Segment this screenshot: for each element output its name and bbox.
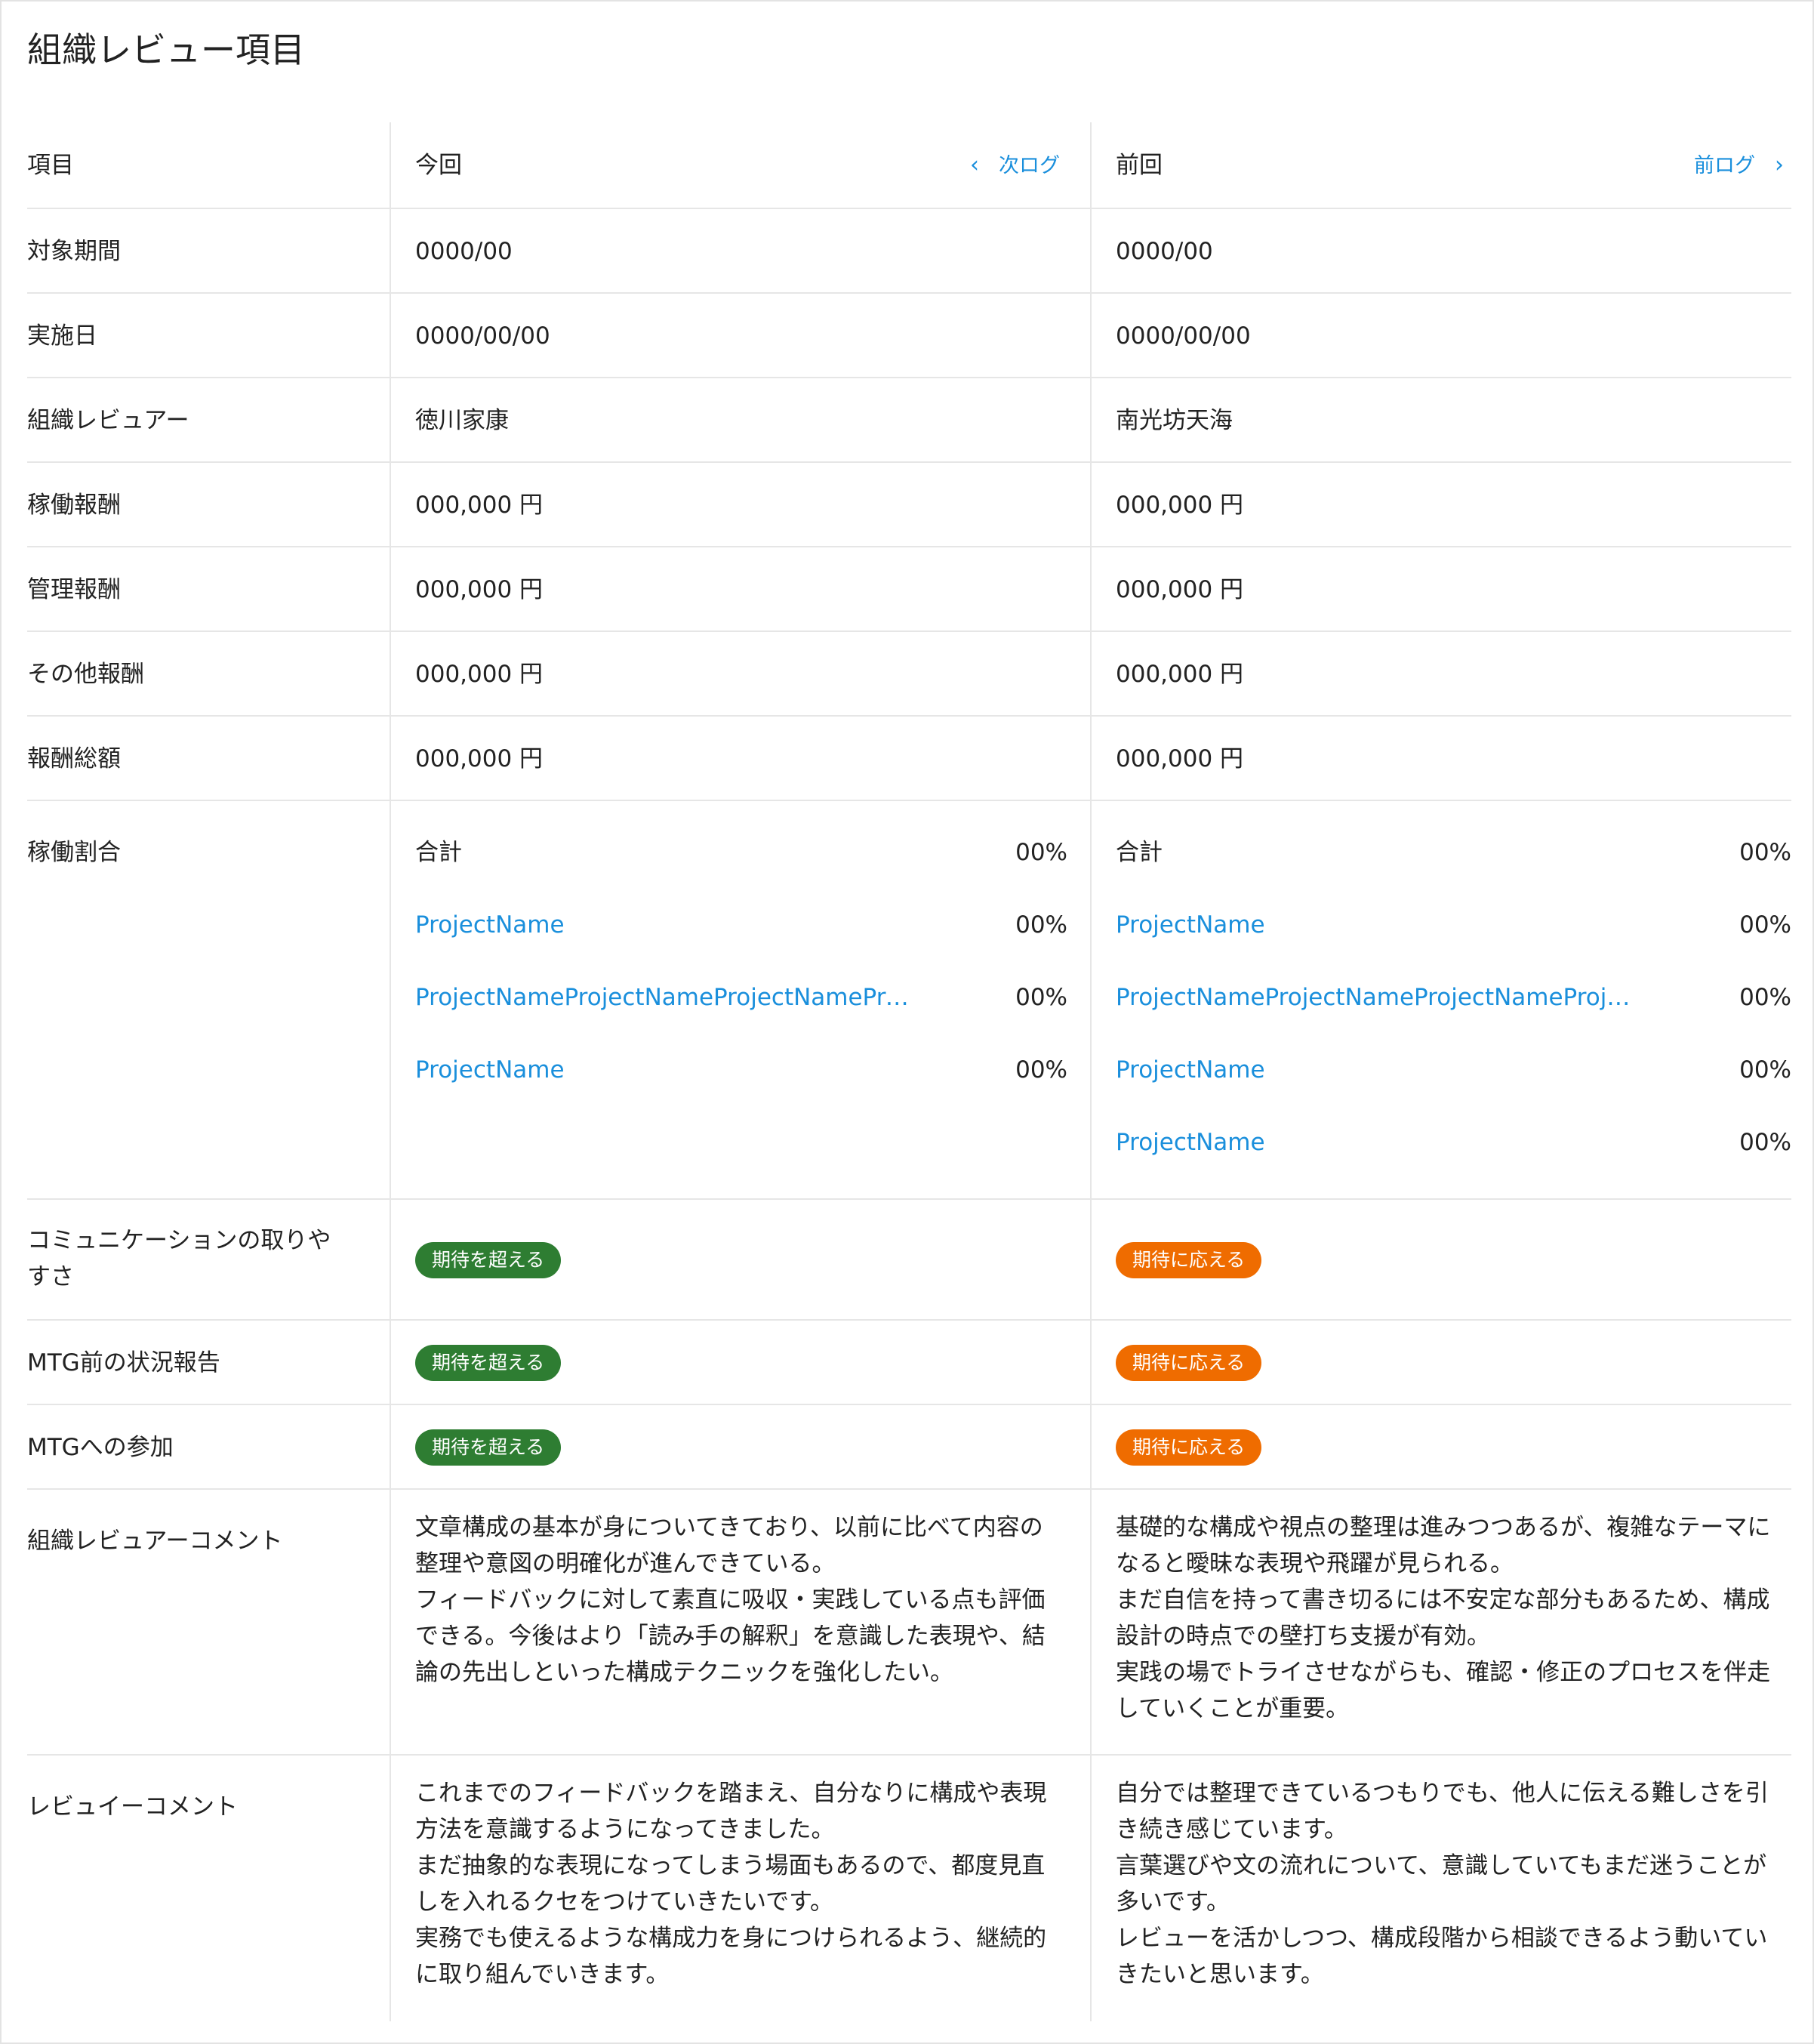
project-ratio-value: 00% [1015,984,1067,1011]
row-pre-mtg-report: MTG前の状況報告 期待を超える 期待に応える [27,1321,1791,1405]
project-ratio-value: 00% [1739,911,1791,939]
row-reviewer-comment: 組織レビュアーコメント 文章構成の基本が身についてきており、以前に比べて内容の整… [27,1490,1791,1756]
row-reviewer: 組織レビュアー 徳川家康 南光坊天海 [27,378,1791,463]
previous-value: 0000/00 [1116,238,1213,265]
chevron-right-icon: › [1775,152,1784,178]
row-label: 稼働割合 [27,839,121,866]
reviewer-comment-previous: 基礎的な構成や視点の整理は進みつつあるが、複雑なテーマになると曖昧な表現や飛躍が… [1116,1514,1771,1722]
row-total-pay: 報酬総額 000,000 円 000,000 円 [27,717,1791,801]
row-work-pay: 稼働報酬 000,000 円 000,000 円 [27,463,1791,547]
row-label: 実施日 [27,322,97,350]
reviewee-comment-previous: 自分では整理できているつもりでも、他人に伝える難しさを引き続き感じています。 言… [1116,1780,1769,1988]
ratio-total-value: 00% [1015,839,1067,866]
row-label: 報酬総額 [27,745,121,772]
project-link[interactable]: ProjectName [415,1055,565,1085]
prev-log-label: 前ログ [1694,154,1755,177]
previous-value: 000,000 円 [1116,492,1244,519]
next-log-link[interactable]: ‹ 次ログ [970,150,1060,181]
row-label: レビュイーコメント [27,1793,238,1820]
project-link[interactable]: ProjectName [1116,910,1265,940]
reviewee-comment-current: これまでのフィードバックを踏まえ、自分なりに構成や表現方法を意識するようになって… [415,1780,1047,1988]
ratio-project-item: ProjectName 00% [1116,1127,1791,1158]
project-ratio-value: 00% [1739,984,1791,1011]
header-previous-label: 前回 [1116,152,1163,179]
project-link[interactable]: ProjectName [415,910,565,940]
project-link[interactable]: ProjectName [1116,1055,1265,1085]
previous-value: 000,000 円 [1116,661,1244,688]
project-ratio-value: 00% [1739,1129,1791,1156]
ratio-project-item: ProjectName 00% [415,1055,1067,1085]
current-value: 0000/00 [415,238,513,265]
current-value: 徳川家康 [415,407,509,434]
status-badge-meets: 期待に応える [1116,1345,1262,1381]
previous-value: 南光坊天海 [1116,407,1233,434]
ratio-total-value: 00% [1739,839,1791,866]
row-label: コミュニケーションの取りやすさ [27,1227,331,1290]
row-label: その他報酬 [27,661,144,688]
previous-value: 000,000 円 [1116,576,1244,603]
project-ratio-value: 00% [1015,1056,1067,1084]
row-label: 対象期間 [27,238,121,265]
status-badge-meets: 期待に応える [1116,1242,1262,1278]
row-reviewee-comment: レビュイーコメント これまでのフィードバックを踏まえ、自分なりに構成や表現方法を… [27,1756,1791,2021]
row-label: 組織レビュアー [27,407,189,434]
status-badge-exceeds: 期待を超える [415,1429,562,1466]
ratio-total-label: 合計 [415,839,462,866]
status-badge-exceeds: 期待を超える [415,1345,562,1381]
ratio-total: 合計 00% [1116,837,1791,868]
ratio-total: 合計 00% [415,837,1067,868]
project-link[interactable]: ProjectName [1116,1127,1265,1158]
row-label: 管理報酬 [27,576,121,603]
previous-value: 000,000 円 [1116,745,1244,772]
row-communication: コミュニケーションの取りやすさ 期待を超える 期待に応える [27,1200,1791,1321]
row-mtg-participation: MTGへの参加 期待を超える 期待に応える [27,1405,1791,1490]
project-link[interactable]: ProjectNameProjectNameProjectNameProject… [1116,982,1640,1013]
page-title: 組織レビュー項目 [27,29,305,70]
row-label: 組織レビュアーコメント [27,1528,283,1555]
next-log-label: 次ログ [999,154,1060,177]
row-other-pay: その他報酬 000,000 円 000,000 円 [27,632,1791,717]
row-label: 稼働報酬 [27,492,121,519]
status-badge-meets: 期待に応える [1116,1429,1262,1466]
row-manage-pay: 管理報酬 000,000 円 000,000 円 [27,547,1791,632]
current-value: 0000/00/00 [415,322,550,350]
reviewer-comment-current: 文章構成の基本が身についてきており、以前に比べて内容の整理や意図の明確化が進んで… [415,1514,1046,1686]
project-ratio-value: 00% [1015,911,1067,939]
previous-value: 0000/00/00 [1116,322,1251,350]
ratio-current-list: 合計 00% ProjectName 00% ProjectNameProjec… [390,801,1090,1200]
project-link[interactable]: ProjectNameProjectNameProjectNameProject… [415,982,917,1013]
current-value: 000,000 円 [415,661,544,688]
table-header-row: 項目 今回 ‹ 次ログ 前回 前ログ › [27,122,1791,209]
ratio-project-item: ProjectName 00% [415,910,1067,940]
header-item-label: 項目 [27,152,74,179]
ratio-total-label: 合計 [1116,839,1163,866]
ratio-project-item: ProjectName 00% [1116,1055,1791,1085]
ratio-project-item: ProjectName 00% [1116,910,1791,940]
ratio-project-item: ProjectNameProjectNameProjectNameProject… [415,982,1067,1013]
current-value: 000,000 円 [415,492,544,519]
ratio-project-item: ProjectNameProjectNameProjectNameProject… [1116,982,1791,1013]
row-work-ratio: 稼働割合 合計 00% ProjectName 00% ProjectNameP… [27,801,1791,1200]
row-label: MTGへの参加 [27,1434,174,1461]
prev-log-link[interactable]: 前ログ › [1694,150,1784,181]
row-date: 実施日 0000/00/00 0000/00/00 [27,294,1791,378]
project-ratio-value: 00% [1739,1056,1791,1084]
current-value: 000,000 円 [415,576,544,603]
row-label: MTG前の状況報告 [27,1349,220,1377]
current-value: 000,000 円 [415,745,544,772]
row-period: 対象期間 0000/00 0000/00 [27,209,1791,294]
chevron-left-icon: ‹ [970,152,979,178]
status-badge-exceeds: 期待を超える [415,1242,562,1278]
ratio-previous-list: 合計 00% ProjectName 00% ProjectNameProjec… [1090,801,1791,1200]
review-panel: 組織レビュー項目 項目 今回 ‹ 次ログ 前回 前ログ › 対象期間 0000/00… [0,0,1814,2044]
